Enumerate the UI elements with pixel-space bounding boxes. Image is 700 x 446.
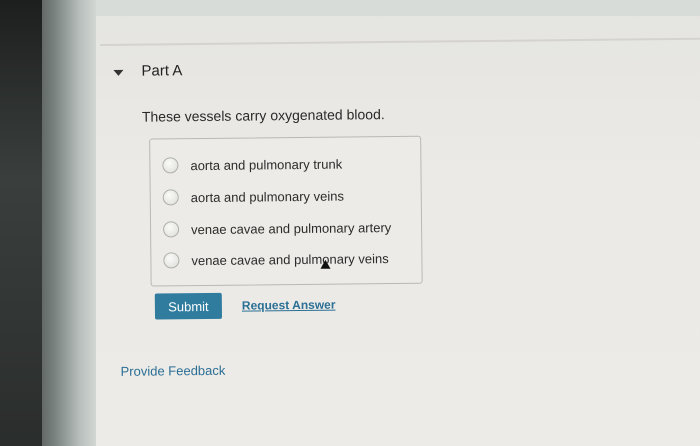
monitor-bezel-edge	[0, 0, 42, 446]
option-label: aorta and pulmonary trunk	[190, 156, 343, 173]
part-title[interactable]: Part A	[141, 62, 182, 79]
request-answer-link[interactable]: Request Answer	[242, 298, 336, 313]
radio-button[interactable]	[163, 252, 180, 269]
monitor-bezel	[0, 0, 100, 446]
radio-button[interactable]	[162, 189, 179, 206]
option-label: venae cavae and pulmonary artery	[191, 219, 392, 237]
option-label: venae cavae and pulmonary veins	[191, 250, 389, 268]
radio-button[interactable]	[162, 157, 179, 174]
option-2[interactable]: aorta and pulmonary veins	[162, 186, 345, 208]
provide-feedback-link[interactable]: Provide Feedback	[120, 363, 225, 379]
question-panel: Part A These vessels carry oxygenated bl…	[96, 0, 700, 446]
submit-button[interactable]: Submit	[154, 292, 223, 320]
caret-down-icon[interactable]	[113, 69, 124, 76]
screen: Part A These vessels carry oxygenated bl…	[96, 0, 700, 446]
option-1[interactable]: aorta and pulmonary trunk	[162, 154, 342, 176]
mouse-cursor-icon	[320, 259, 331, 269]
option-3[interactable]: venae cavae and pulmonary artery	[163, 217, 391, 239]
option-label: aorta and pulmonary veins	[190, 188, 345, 205]
question-text: These vessels carry oxygenated blood.	[141, 106, 385, 125]
radio-button[interactable]	[163, 221, 180, 238]
option-4[interactable]: venae cavae and pulmonary veins	[163, 248, 389, 270]
answer-options: aorta and pulmonary trunk aorta and pulm…	[149, 135, 423, 287]
